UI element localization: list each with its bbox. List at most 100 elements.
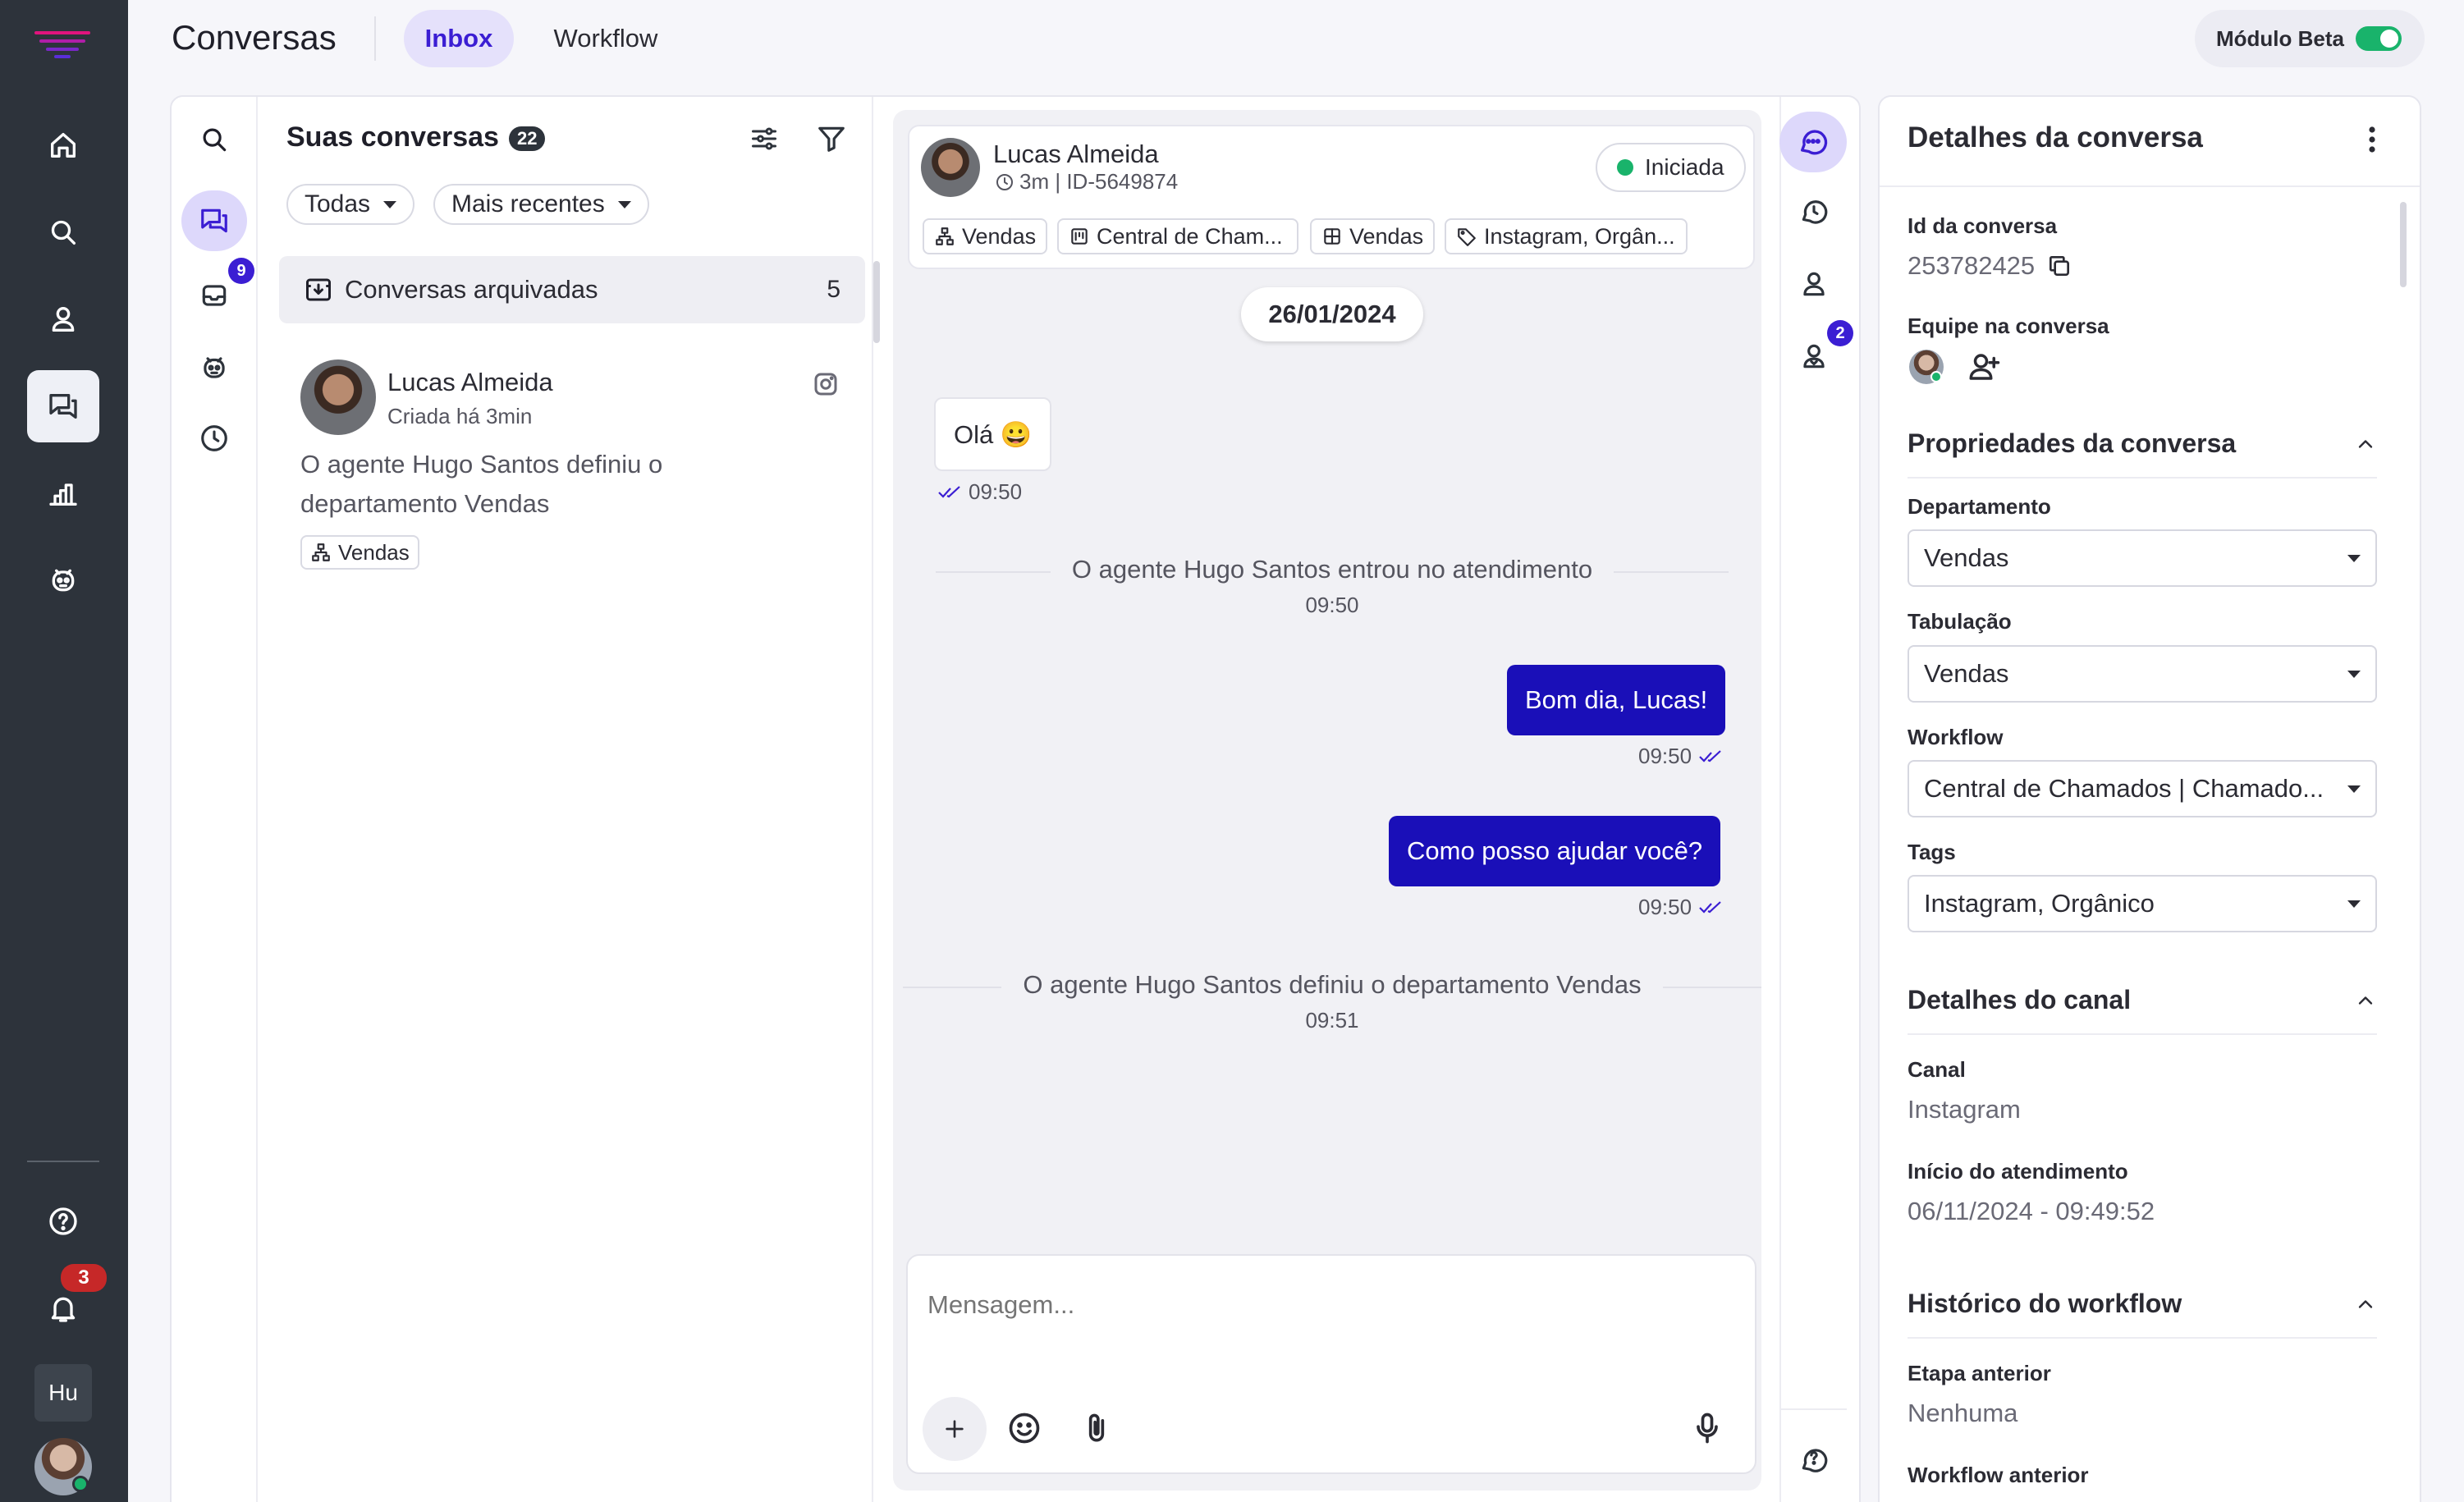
add-team-member-button[interactable] <box>1967 350 2001 384</box>
search-button[interactable] <box>27 196 99 268</box>
user-initials[interactable]: Hu <box>34 1364 92 1422</box>
user-headset-icon <box>1803 344 1825 369</box>
user-icon <box>1803 272 1825 296</box>
user-icon <box>52 307 75 332</box>
page-title: Conversas <box>172 18 337 57</box>
chip-tabulation[interactable]: Vendas <box>1310 218 1436 254</box>
my-conversations-button[interactable] <box>181 190 247 251</box>
previous-step-value: Nenhuma <box>1908 1399 2018 1427</box>
channel-title: Detalhes do canal <box>1908 985 2132 1014</box>
beta-toggle[interactable] <box>2356 26 2402 51</box>
tab-inbox[interactable]: Inbox <box>404 10 514 67</box>
outgoing-message-time: 09:50 <box>1638 744 1723 769</box>
clock-icon <box>996 173 1013 190</box>
search-icon <box>51 220 76 245</box>
agents-badge: 2 <box>1827 320 1853 346</box>
chevron-up-icon <box>2358 996 2373 1005</box>
search-icon <box>203 128 227 152</box>
attach-button[interactable] <box>1079 1410 1118 1449</box>
workflow-label: Workflow <box>1908 725 2004 749</box>
department-select[interactable]: Vendas <box>1908 529 2377 587</box>
beta-label: Módulo Beta <box>2216 25 2344 51</box>
tabulation-value: Vendas <box>1924 659 2009 688</box>
list-scrollbar[interactable] <box>873 261 880 343</box>
chevron-down-icon <box>2347 554 2361 562</box>
filter-all-dropdown[interactable]: Todas <box>286 184 415 225</box>
microphone-icon <box>1697 1413 1718 1444</box>
tab-workflow[interactable]: Workflow <box>534 10 678 67</box>
chip-workflow[interactable]: Central de Cham... <box>1057 218 1298 254</box>
conversations-button[interactable] <box>27 370 99 442</box>
tools-divider <box>1779 97 1781 1502</box>
logo-icon[interactable] <box>33 30 92 59</box>
contact-avatar <box>300 359 376 435</box>
outgoing-time-label: 09:50 <box>1638 895 1692 919</box>
chat-contact-name: Lucas Almeida <box>993 140 1159 168</box>
chat-icon <box>49 394 77 419</box>
team-label: Equipe na conversa <box>1908 314 2109 338</box>
workflow-value: Central de Chamados | Chamado... <box>1924 774 2324 803</box>
start-label: Início do atendimento <box>1908 1159 2128 1184</box>
status-badge[interactable]: Iniciada <box>1596 143 1746 192</box>
tags-select[interactable]: Instagram, Orgânico <box>1908 875 2377 932</box>
bot-conversations-button[interactable] <box>190 343 239 392</box>
chat-history-button[interactable] <box>1789 187 1839 236</box>
help-button[interactable] <box>27 1185 99 1257</box>
history-button[interactable] <box>190 414 239 463</box>
copy-icon[interactable] <box>2046 253 2072 279</box>
archived-conversations-item[interactable]: Conversas arquivadas 5 <box>279 256 865 323</box>
bots-button[interactable] <box>27 544 99 616</box>
add-button[interactable] <box>923 1397 987 1461</box>
outgoing-message-time: 09:50 <box>1638 895 1723 920</box>
canal-value: Instagram <box>1908 1095 2021 1124</box>
chat-contact-avatar <box>921 138 980 197</box>
details-scrollbar[interactable] <box>2400 202 2407 287</box>
more-vertical-icon <box>2369 126 2375 153</box>
chevron-down-icon <box>2347 900 2361 908</box>
reports-button[interactable] <box>27 457 99 529</box>
message-input[interactable] <box>927 1282 1732 1328</box>
home-button[interactable] <box>27 109 99 181</box>
archived-label: Conversas arquivadas <box>345 275 598 304</box>
instagram-icon <box>811 369 840 399</box>
properties-title: Propriedades da conversa <box>1908 428 2237 458</box>
list-title: Suas conversas <box>286 121 499 153</box>
contacts-button[interactable] <box>27 283 99 355</box>
history-title: Histórico do workflow <box>1908 1289 2182 1318</box>
workflow-select[interactable]: Central de Chamados | Chamado... <box>1908 760 2377 817</box>
conversation-count-badge: 22 <box>509 126 546 151</box>
emoji-button[interactable] <box>1006 1410 1046 1449</box>
online-status-icon <box>1930 371 1942 382</box>
conversation-tool-button[interactable] <box>1779 112 1847 172</box>
properties-section-header[interactable]: Propriedades da conversa <box>1908 428 2377 479</box>
filter-button[interactable] <box>811 118 852 159</box>
tools-bottom-divider <box>1781 1408 1847 1410</box>
details-menu-button[interactable] <box>2356 121 2388 158</box>
chevron-up-icon <box>2358 439 2373 448</box>
details-title: Detalhes da conversa <box>1908 121 2203 153</box>
bot-icon <box>204 357 225 378</box>
chip-tags[interactable]: Instagram, Orgân... <box>1445 218 1688 254</box>
id-value: 253782425 <box>1908 251 2036 280</box>
double-check-icon <box>1699 900 1721 914</box>
contact-info-button[interactable] <box>1789 259 1839 309</box>
list-settings-button[interactable] <box>744 118 785 159</box>
tools-help-button[interactable] <box>1789 1433 1839 1482</box>
chip-department[interactable]: Vendas <box>923 218 1048 254</box>
emoji-icon <box>1009 1413 1040 1444</box>
voice-button[interactable] <box>1689 1410 1729 1449</box>
beta-toggle-container: Módulo Beta <box>2195 10 2425 67</box>
online-status-icon <box>72 1476 89 1492</box>
archive-icon <box>306 278 331 301</box>
tabulation-select[interactable]: Vendas <box>1908 645 2377 703</box>
sort-dropdown[interactable]: Mais recentes <box>433 184 649 225</box>
channel-section-header[interactable]: Detalhes do canal <box>1908 985 2377 1035</box>
sliders-icon <box>752 127 776 150</box>
start-value: 06/11/2024 - 09:49:52 <box>1908 1197 2155 1225</box>
system-message-joined: O agente Hugo Santos entrou no atendimen… <box>1071 555 1593 584</box>
history-section-header[interactable]: Histórico do workflow <box>1908 1289 2377 1339</box>
list-search-button[interactable] <box>190 115 239 164</box>
chat-meta-text: 3m | ID-5649874 <box>1019 169 1179 194</box>
grid-icon <box>1324 228 1340 245</box>
system-line <box>936 571 1051 573</box>
